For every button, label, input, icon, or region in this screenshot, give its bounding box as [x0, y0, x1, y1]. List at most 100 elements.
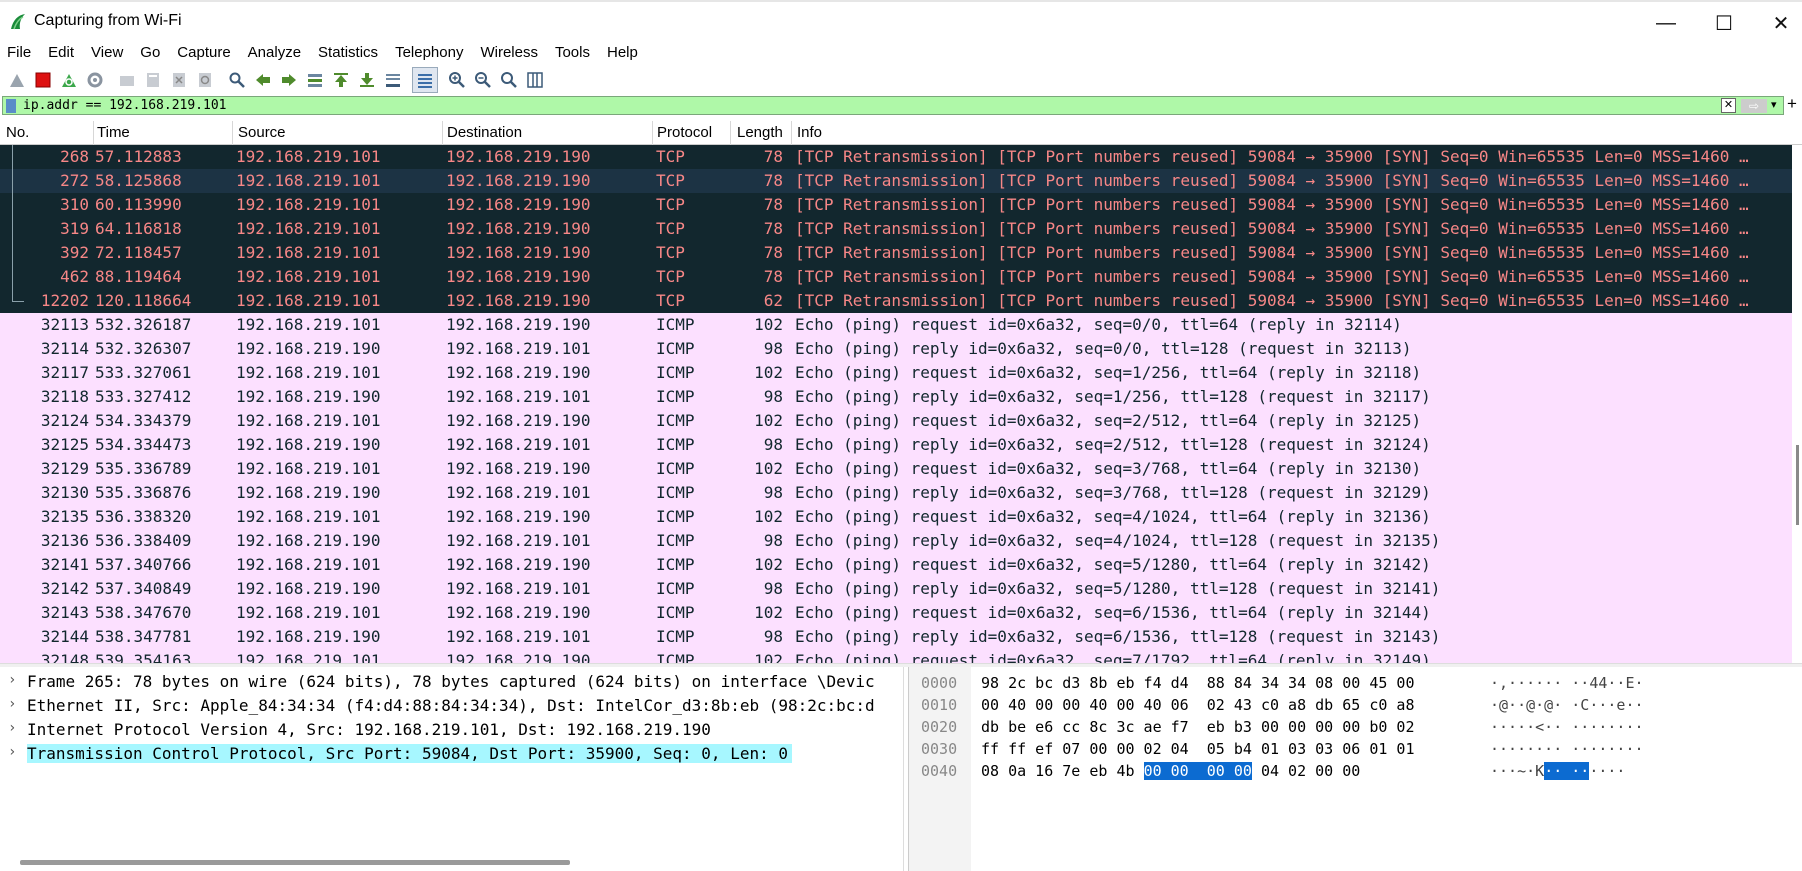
packet-row[interactable]: 462 88.119464 192.168.219.101 192.168.219.1… — [0, 265, 1792, 289]
packet-no: 32114 — [40, 339, 89, 358]
details-horizontal-scrollbar[interactable] — [20, 860, 570, 865]
column-header-no[interactable]: No. — [6, 124, 29, 141]
expand-chevron-icon[interactable]: › — [8, 720, 16, 736]
autoscroll-icon[interactable] — [380, 67, 406, 93]
menu-edit[interactable]: Edit — [48, 44, 74, 61]
expand-chevron-icon[interactable]: › — [8, 672, 16, 688]
packet-row[interactable]: 32142 537.340849 192.168.219.190 192.168.21… — [0, 577, 1792, 601]
back-arrow-icon[interactable] — [250, 67, 276, 93]
display-filter-input[interactable]: ip.addr == 192.168.219.101 ✕ ⇨ ▾ — [2, 96, 1784, 115]
menu-tools[interactable]: Tools — [555, 44, 590, 61]
packet-length: 78 — [763, 171, 783, 190]
menu-telephony[interactable]: Telephony — [395, 44, 463, 61]
zoom-out-icon[interactable] — [470, 67, 496, 93]
packet-row[interactable]: 319 64.116818 192.168.219.101 192.168.219.1… — [0, 217, 1792, 241]
go-to-packet-icon[interactable] — [302, 67, 328, 93]
packet-row[interactable]: 272 58.125868 192.168.219.101 192.168.219.1… — [0, 169, 1792, 193]
forward-arrow-icon[interactable] — [276, 67, 302, 93]
menu-file[interactable]: File — [7, 44, 31, 61]
packet-row[interactable]: 32130 535.336876 192.168.219.190 192.168.21… — [0, 481, 1792, 505]
ascii-bytes[interactable]: ···~·K·· ······ — [1490, 762, 1625, 780]
filter-expression[interactable]: ip.addr == 192.168.219.101 — [23, 98, 227, 113]
options-gear-icon[interactable] — [82, 67, 108, 93]
detail-tree-item[interactable]: › Internet Protocol Version 4, Src: 192.1… — [0, 718, 903, 742]
packet-row[interactable]: 392 72.118457 192.168.219.101 192.168.219.1… — [0, 241, 1792, 265]
scrollbar-thumb[interactable] — [1796, 445, 1799, 525]
last-packet-icon[interactable] — [354, 67, 380, 93]
restart-icon[interactable] — [56, 67, 82, 93]
column-header-source[interactable]: Source — [238, 124, 286, 141]
clear-filter-button[interactable]: ✕ — [1721, 98, 1736, 113]
zoom-in-icon[interactable] — [444, 67, 470, 93]
find-icon[interactable] — [224, 67, 250, 93]
packet-row[interactable]: 32114 532.326307 192.168.219.190 192.168.21… — [0, 337, 1792, 361]
stop-icon[interactable] — [30, 67, 56, 93]
packet-row[interactable]: 12202 120.118664 192.168.219.101 192.168.21… — [0, 289, 1792, 313]
menu-statistics[interactable]: Statistics — [318, 44, 378, 61]
column-header-length[interactable]: Length — [737, 124, 783, 141]
packet-no: 32141 — [40, 555, 89, 574]
detail-tree-label: Transmission Control Protocol, Src Port:… — [27, 744, 792, 763]
packet-time: 535.336876 — [95, 483, 192, 502]
detail-tree-item[interactable]: › Ethernet II, Src: Apple_84:34:34 (f4:d4… — [0, 694, 903, 718]
column-header-protocol[interactable]: Protocol — [657, 124, 712, 141]
hex-bytes[interactable]: db be e6 cc 8c 3c ae f7 eb b3 00 00 00 0… — [981, 718, 1414, 736]
detail-tree-item[interactable]: › Transmission Control Protocol, Src Port… — [0, 742, 903, 766]
packet-row[interactable]: 32143 538.347670 192.168.219.101 192.168.21… — [0, 601, 1792, 625]
zoom-reset-icon[interactable] — [496, 67, 522, 93]
packet-destination: 192.168.219.190 — [446, 363, 591, 382]
menu-capture[interactable]: Capture — [177, 44, 230, 61]
hex-bytes[interactable]: 98 2c bc d3 8b eb f4 d4 88 84 34 34 08 0… — [981, 674, 1414, 692]
hex-bytes[interactable]: 00 40 00 00 40 00 40 06 02 43 c0 a8 db 6… — [981, 696, 1414, 714]
shark-fin-start-icon[interactable] — [4, 67, 30, 93]
packet-row[interactable]: 32125 534.334473 192.168.219.190 192.168.21… — [0, 433, 1792, 457]
packet-info: [TCP Retransmission] [TCP Port numbers r… — [795, 243, 1749, 262]
maximize-button[interactable]: ☐ — [1702, 8, 1746, 38]
expand-chevron-icon[interactable]: › — [8, 744, 16, 760]
packet-row[interactable]: 32148 539.354163 192.168.219.101 192.168.21… — [0, 649, 1792, 663]
reload-icon[interactable] — [192, 67, 218, 93]
packet-list-scrollbar[interactable] — [1792, 145, 1802, 663]
packet-row[interactable]: 32117 533.327061 192.168.219.101 192.168.21… — [0, 361, 1792, 385]
filter-bookmark-icon[interactable] — [6, 99, 16, 113]
expand-chevron-icon[interactable]: › — [8, 696, 16, 712]
hex-bytes[interactable]: 08 0a 16 7e eb 4b 00 00 00 00 04 02 00 0… — [981, 762, 1360, 780]
menu-view[interactable]: View — [91, 44, 123, 61]
resize-columns-icon[interactable] — [522, 67, 548, 93]
first-packet-icon[interactable] — [328, 67, 354, 93]
ascii-bytes[interactable]: ········ ········ — [1490, 740, 1644, 758]
ascii-bytes[interactable]: ·····<·· ········ — [1490, 718, 1644, 736]
filter-history-dropdown[interactable]: ▾ — [1771, 98, 1777, 111]
packet-row[interactable]: 32136 536.338409 192.168.219.190 192.168.21… — [0, 529, 1792, 553]
close-window-button[interactable]: ✕ — [1759, 8, 1802, 38]
minimize-button[interactable]: — — [1644, 8, 1688, 38]
open-file-icon[interactable] — [114, 67, 140, 93]
ascii-bytes[interactable]: ·,······ ··44··E· — [1490, 674, 1644, 692]
hex-bytes[interactable]: ff ff ef 07 00 00 02 04 05 b4 01 03 03 0… — [981, 740, 1414, 758]
column-header-time[interactable]: Time — [97, 124, 130, 141]
column-header-destination[interactable]: Destination — [447, 124, 522, 141]
packet-destination: 192.168.219.101 — [446, 579, 591, 598]
apply-filter-button[interactable]: ⇨ — [1741, 99, 1767, 113]
add-filter-button[interactable]: + — [1787, 94, 1797, 114]
menu-help[interactable]: Help — [607, 44, 638, 61]
packet-row[interactable]: 32118 533.327412 192.168.219.190 192.168.21… — [0, 385, 1792, 409]
packet-row[interactable]: 32124 534.334379 192.168.219.101 192.168.21… — [0, 409, 1792, 433]
menu-analyze[interactable]: Analyze — [248, 44, 301, 61]
packet-row[interactable]: 32113 532.326187 192.168.219.101 192.168.21… — [0, 313, 1792, 337]
save-file-icon[interactable] — [140, 67, 166, 93]
ascii-bytes[interactable]: ·@··@·@· ·C···e·· — [1490, 696, 1644, 714]
packet-row[interactable]: 32135 536.338320 192.168.219.101 192.168.21… — [0, 505, 1792, 529]
detail-tree-item[interactable]: › Frame 265: 78 bytes on wire (624 bits),… — [0, 670, 903, 694]
column-header-info[interactable]: Info — [797, 124, 822, 141]
packet-row[interactable]: 32141 537.340766 192.168.219.101 192.168.21… — [0, 553, 1792, 577]
packet-row[interactable]: 32144 538.347781 192.168.219.190 192.168.21… — [0, 625, 1792, 649]
packet-row[interactable]: 268 57.112883 192.168.219.101 192.168.219.1… — [0, 145, 1792, 169]
packet-row[interactable]: 32129 535.336789 192.168.219.101 192.168.21… — [0, 457, 1792, 481]
close-file-icon[interactable] — [166, 67, 192, 93]
packet-destination: 192.168.219.190 — [446, 171, 591, 190]
colorize-icon[interactable] — [412, 67, 438, 93]
menu-wireless[interactable]: Wireless — [480, 44, 538, 61]
menu-go[interactable]: Go — [140, 44, 160, 61]
packet-row[interactable]: 310 60.113990 192.168.219.101 192.168.219.1… — [0, 193, 1792, 217]
